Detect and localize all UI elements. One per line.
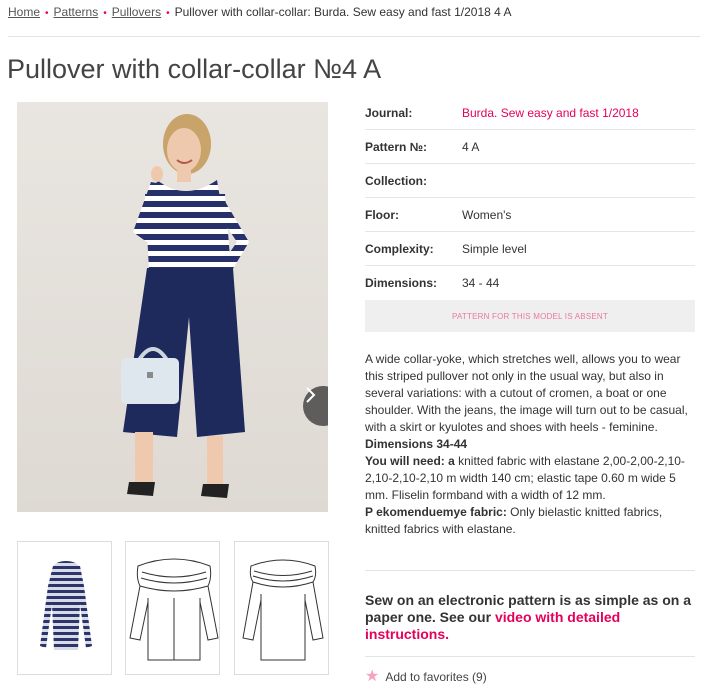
star-icon: ★ bbox=[365, 668, 380, 685]
spec-label: Journal: bbox=[365, 105, 413, 120]
description-fabric-label: P ekomenduemye fabric: bbox=[365, 505, 507, 519]
description-dimensions: Dimensions 34-44 bbox=[365, 437, 468, 451]
breadcrumb: Home • Patterns • Pullovers • Pullover with co… bbox=[8, 5, 511, 19]
thumbnail-photo[interactable] bbox=[17, 541, 112, 675]
spec-value: Women's bbox=[462, 207, 512, 222]
video-promo: Sew on an electronic pattern is as simpl… bbox=[365, 592, 700, 643]
product-main-image[interactable] bbox=[17, 102, 328, 512]
pattern-absent-notice: PATTERN FOR THIS MODEL IS ABSENT bbox=[365, 300, 695, 332]
spec-row-dimensions: Dimensions: 34 - 44 bbox=[365, 266, 695, 300]
spec-row-floor: Floor: Women's bbox=[365, 198, 695, 232]
product-description: A wide collar-yoke, which stretches well… bbox=[365, 351, 697, 538]
favorites-label: Add to favorites (9) bbox=[385, 670, 487, 684]
pullover-sketch-icon bbox=[242, 559, 324, 661]
pullover-sketch-icon bbox=[129, 558, 219, 661]
page-title: Pullover with collar-collar №4 A bbox=[7, 54, 382, 84]
divider bbox=[365, 570, 695, 571]
spec-row-pattern-number: Pattern №: 4 A bbox=[365, 130, 695, 164]
breadcrumb-home[interactable]: Home bbox=[8, 5, 40, 19]
spec-row-collection: Collection: bbox=[365, 164, 695, 198]
divider bbox=[365, 656, 695, 657]
spec-label: Floor: bbox=[365, 207, 399, 222]
breadcrumb-separator: • bbox=[45, 8, 49, 19]
spec-value: 4 A bbox=[462, 139, 480, 154]
spec-table: Journal: Burda. Sew easy and fast 1/2018… bbox=[365, 96, 695, 300]
description-need-label: You will need: a bbox=[365, 454, 455, 468]
spec-value: Simple level bbox=[462, 241, 527, 256]
breadcrumb-pullovers[interactable]: Pullovers bbox=[112, 5, 161, 19]
add-to-favorites-button[interactable]: ★ Add to favorites (9) bbox=[365, 668, 487, 685]
breadcrumb-separator: • bbox=[166, 8, 170, 19]
thumbnail-sketch-back[interactable] bbox=[234, 541, 329, 675]
breadcrumb-current: Pullover with collar-collar: Burda. Sew … bbox=[174, 5, 512, 19]
spec-value: 34 - 44 bbox=[462, 276, 500, 290]
chevron-right-icon bbox=[306, 387, 316, 403]
spec-row-journal: Journal: Burda. Sew easy and fast 1/2018 bbox=[365, 96, 695, 130]
thumbnail-sketch-front[interactable] bbox=[125, 541, 220, 675]
spec-label: Complexity: bbox=[365, 241, 434, 256]
spec-row-complexity: Complexity: Simple level bbox=[365, 232, 695, 266]
description-intro: A wide collar-yoke, which stretches well… bbox=[365, 352, 688, 434]
spec-label: Dimensions: bbox=[365, 276, 438, 290]
spec-label: Pattern №: bbox=[365, 139, 428, 154]
model-illustration bbox=[121, 114, 249, 498]
breadcrumb-patterns[interactable]: Patterns bbox=[54, 5, 99, 19]
pullover-photo-icon bbox=[40, 561, 92, 650]
journal-link[interactable]: Burda. Sew easy and fast 1/2018 bbox=[462, 106, 639, 120]
spec-label: Collection: bbox=[365, 173, 427, 188]
breadcrumb-separator: • bbox=[103, 8, 107, 19]
divider bbox=[8, 36, 700, 37]
